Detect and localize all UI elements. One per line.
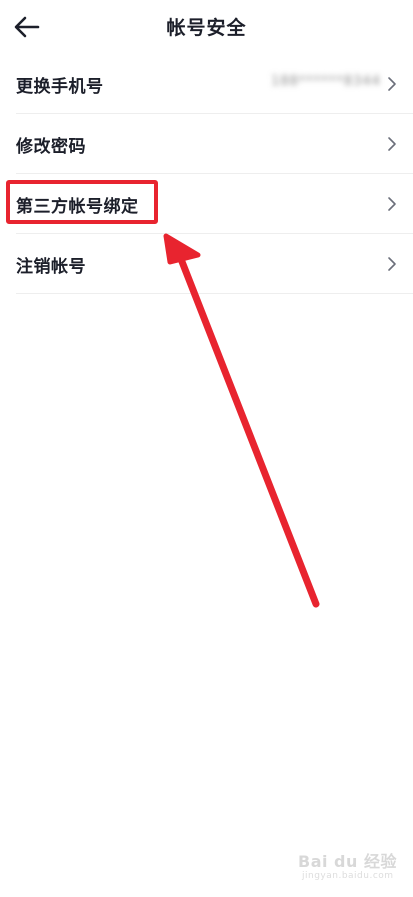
settings-item-deactivate-account[interactable]: 注销帐号 <box>16 234 413 294</box>
chevron-right-icon <box>388 137 396 151</box>
account-security-page: 帐号安全 更换手机号 188******8344 修改密码 第三方帐号绑定 注销… <box>0 0 413 897</box>
settings-item-label: 修改密码 <box>16 137 86 157</box>
chevron-right-icon <box>388 77 396 91</box>
chevron-right-icon <box>388 197 396 211</box>
watermark-url: jingyan.baidu.com <box>302 871 394 881</box>
baidu-jingyan-watermark: Bai du 经验 jingyan.baidu.com <box>298 848 398 888</box>
settings-item-change-phone[interactable]: 更换手机号 188******8344 <box>16 54 413 114</box>
header-bar: 帐号安全 <box>0 0 413 54</box>
settings-item-label: 注销帐号 <box>16 257 86 277</box>
watermark-logo: Bai du 经验 <box>298 852 397 871</box>
page-title: 帐号安全 <box>166 17 247 39</box>
annotation-highlight-box <box>6 180 158 224</box>
settings-list: 更换手机号 188******8344 修改密码 第三方帐号绑定 注销帐号 <box>0 54 413 294</box>
chevron-right-icon <box>388 257 396 271</box>
phone-number-value: 188******8344 <box>271 74 381 89</box>
settings-item-label: 更换手机号 <box>16 77 104 97</box>
settings-item-change-password[interactable]: 修改密码 <box>16 114 413 174</box>
